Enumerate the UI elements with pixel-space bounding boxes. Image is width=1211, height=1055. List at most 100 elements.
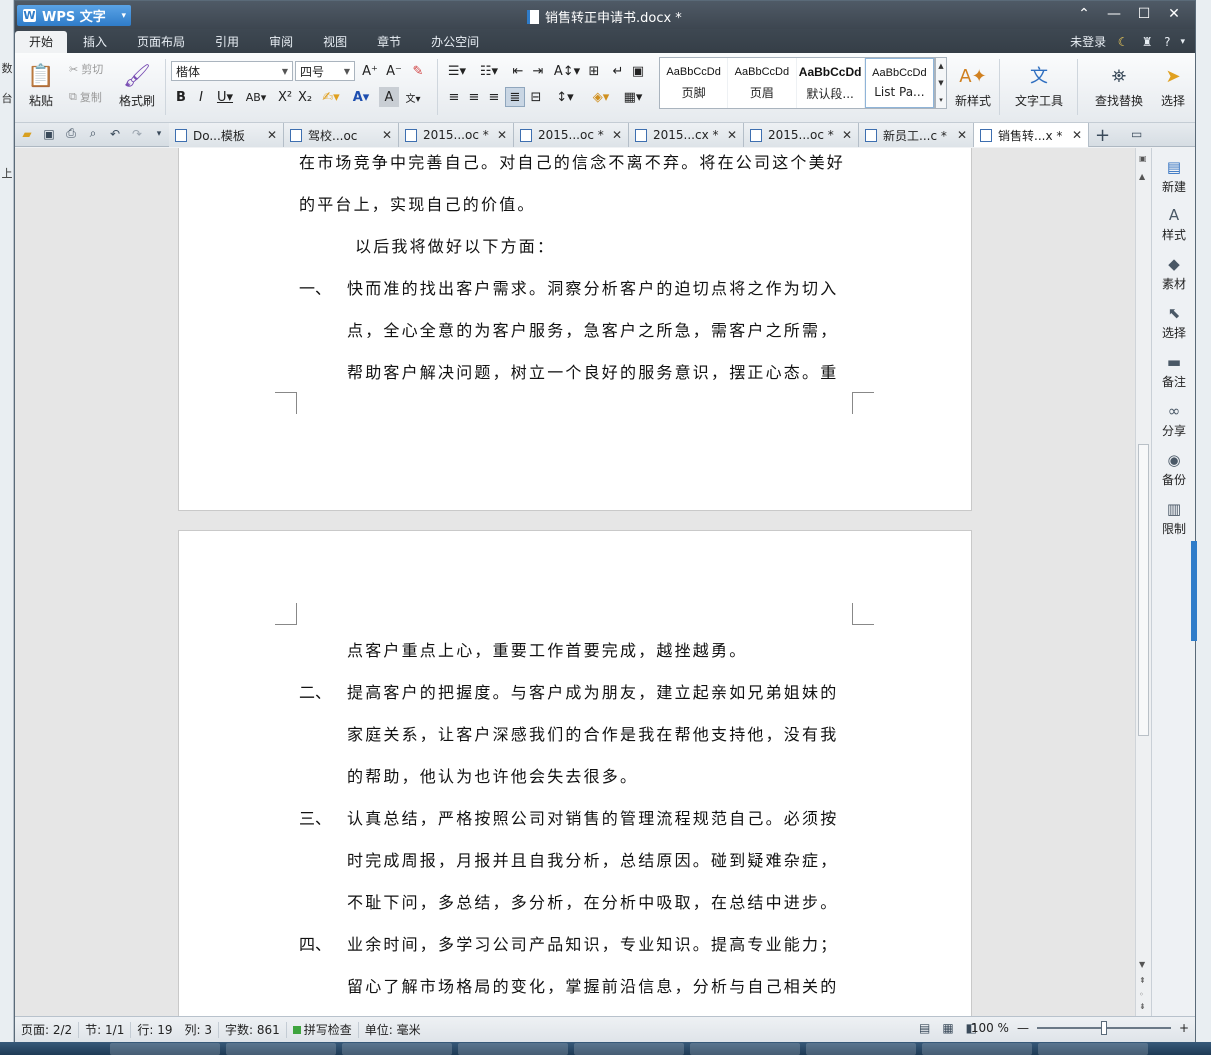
format-painter-button[interactable]: 🖌 格式刷 — [117, 59, 157, 109]
shrink-font-button[interactable]: A⁻ — [385, 61, 403, 81]
doc-tab[interactable]: Do...模板 ✕ — [169, 123, 284, 147]
zoom-in-button[interactable]: + — [1179, 1021, 1189, 1035]
outline-view-icon[interactable]: ▦ — [942, 1021, 953, 1035]
side-style-button[interactable]: A 样式 — [1152, 206, 1196, 243]
save-icon[interactable]: ▣ — [41, 127, 57, 141]
paragraph-mark-icon[interactable]: ↵ — [609, 61, 627, 81]
select-button[interactable]: ➤ 选择 — [1155, 59, 1191, 109]
tab-page-layout[interactable]: 页面布局 — [123, 31, 199, 53]
side-backup-button[interactable]: ◉ 备份 — [1152, 451, 1196, 488]
distribute-icon[interactable]: ⊟ — [527, 87, 545, 107]
grow-font-button[interactable]: A⁺ — [361, 61, 379, 81]
expand-icon[interactable]: ▾ — [939, 96, 943, 104]
status-words[interactable]: 字数: 861 — [219, 1021, 287, 1038]
next-page-icon[interactable]: ⇟ — [1139, 1002, 1146, 1011]
page-view-icon[interactable]: ▤ — [919, 1021, 930, 1035]
justify-icon[interactable]: ≣ — [505, 87, 525, 107]
taskbar-item[interactable] — [110, 1043, 220, 1055]
taskbar-item[interactable] — [574, 1043, 684, 1055]
login-link[interactable]: 未登录 — [1070, 33, 1106, 50]
font-size-select[interactable]: 四号 ▼ — [295, 61, 355, 81]
tab-view[interactable]: 视图 — [309, 31, 361, 53]
taskbar-item[interactable] — [1038, 1043, 1148, 1055]
redo-icon[interactable]: ↷ — [129, 127, 145, 141]
line-spacing-icon[interactable]: ↕▾ — [551, 87, 579, 107]
doc-tab[interactable]: 2015...oc * ✕ — [744, 123, 859, 147]
style-list-paragraph[interactable]: AaBbCcDd List Pa... — [864, 58, 934, 108]
maximize-button[interactable]: ☐ — [1129, 3, 1159, 25]
tab-chapter[interactable]: 章节 — [363, 31, 415, 53]
style-gallery-scroll[interactable]: ▲ ▼ ▾ — [935, 57, 947, 109]
minimize-button[interactable]: — — [1099, 3, 1129, 25]
page-nav-icon[interactable]: ▣ — [1139, 154, 1147, 163]
tab-start[interactable]: 开始 — [15, 31, 68, 53]
side-share-button[interactable]: ∞ 分享 — [1152, 402, 1196, 439]
close-icon[interactable]: ✕ — [727, 128, 737, 142]
doc-tab[interactable]: 2015...cx * ✕ — [629, 123, 744, 147]
phonetic-guide-icon[interactable]: 文▾ — [403, 87, 423, 107]
find-replace-button[interactable]: ⛯ 查找替换 — [1087, 59, 1151, 109]
tab-references[interactable]: 引用 — [201, 31, 253, 53]
zoom-slider[interactable] — [1036, 1021, 1171, 1035]
print-preview-icon[interactable]: ⌕ — [85, 126, 101, 141]
show-hide-icon[interactable]: ▣ — [629, 61, 647, 81]
side-new-button[interactable]: ▤ 新建 — [1152, 158, 1196, 195]
close-icon[interactable]: ✕ — [612, 128, 622, 142]
shirt-icon[interactable]: ♜ — [1140, 35, 1154, 49]
text-direction-icon[interactable]: A↕▾ — [553, 61, 581, 81]
chevron-down-icon[interactable]: ▼ — [938, 79, 943, 87]
paste-button[interactable]: 📋 粘贴 — [23, 59, 59, 109]
side-restrict-button[interactable]: ▥ 限制 — [1152, 500, 1196, 537]
font-color-icon[interactable]: A▾ — [349, 87, 373, 107]
status-unit[interactable]: 单位: 毫米 — [359, 1022, 427, 1038]
taskbar-item[interactable] — [806, 1043, 916, 1055]
borders-icon[interactable]: ▦▾ — [619, 87, 647, 107]
underline-button[interactable]: U▾ — [213, 87, 237, 107]
close-icon[interactable]: ✕ — [842, 128, 852, 142]
tab-insert[interactable]: 插入 — [69, 31, 121, 53]
close-button[interactable]: ✕ — [1159, 3, 1189, 25]
clear-format-icon[interactable]: ✎ — [409, 61, 427, 81]
taskbar-item[interactable] — [922, 1043, 1032, 1055]
side-select-button[interactable]: ⬉ 选择 — [1152, 304, 1196, 341]
status-page[interactable]: 页面: 2/2 — [15, 1021, 80, 1038]
prev-page-icon[interactable]: ⇞ — [1139, 976, 1146, 985]
copy-button[interactable]: ⧉ 复制 — [69, 89, 102, 105]
vertical-scrollbar[interactable]: ▣ ▲ ▼ ⇞ ◦ ⇟ — [1135, 148, 1151, 1016]
select-browse-icon[interactable]: ◦ — [1139, 990, 1144, 999]
tab-review[interactable]: 审阅 — [255, 31, 307, 53]
chevron-up-icon[interactable]: ▲ — [938, 62, 943, 70]
align-left-icon[interactable]: ≡ — [445, 87, 463, 107]
text-tools-button[interactable]: 文 文字工具 — [1009, 59, 1069, 109]
wps-app-menu-button[interactable]: W WPS 文字 ▾ — [17, 5, 131, 26]
chevron-down-icon[interactable]: ▾ — [151, 129, 167, 139]
page-1[interactable]: 在市场竞争中完善自己。对自己的信念不离不弃。将在公司这个美好 的平台上，实现自己… — [178, 148, 972, 511]
doc-tab[interactable]: 新员工...c * ✕ — [859, 123, 974, 147]
chevron-down-icon[interactable]: ▾ — [1180, 37, 1185, 47]
strikethrough-button[interactable]: AB▾ — [241, 87, 271, 107]
align-center-icon[interactable]: ≡ — [465, 87, 483, 107]
doc-tab[interactable]: 2015...oc * ✕ — [399, 123, 514, 147]
chevron-up-icon[interactable]: ▲ — [1139, 172, 1145, 181]
new-tab-plus-icon[interactable]: + — [1095, 125, 1110, 146]
bold-button[interactable]: B — [173, 87, 189, 107]
close-icon[interactable]: ✕ — [382, 128, 392, 142]
undo-icon[interactable]: ↶ — [107, 127, 123, 141]
italic-button[interactable]: I — [193, 87, 209, 107]
style-header[interactable]: AaBbCcDd 页眉 — [728, 58, 797, 108]
help-button[interactable]: ? — [1164, 35, 1170, 49]
align-right-icon[interactable]: ≡ — [485, 87, 503, 107]
print-icon[interactable]: ⎙ — [63, 126, 79, 141]
highlight-icon[interactable]: ✍▾ — [319, 87, 343, 107]
superscript-button[interactable]: X² — [277, 87, 293, 107]
zoom-level[interactable]: 100 % — [971, 1021, 1009, 1035]
taskbar-item[interactable] — [342, 1043, 452, 1055]
document-canvas[interactable]: 在市场竞争中完善自己。对自己的信念不离不弃。将在公司这个美好 的平台上，实现自己… — [15, 148, 1135, 1016]
style-footer[interactable]: AaBbCcDd 页脚 — [660, 58, 729, 108]
shading-icon[interactable]: ◈▾ — [587, 87, 615, 107]
chevron-down-icon[interactable]: ▼ — [1139, 960, 1145, 969]
taskbar-item[interactable] — [458, 1043, 568, 1055]
decrease-indent-icon[interactable]: ⇤ — [509, 61, 527, 81]
scrollbar-thumb[interactable] — [1138, 444, 1149, 736]
new-style-button[interactable]: A✦ 新样式 — [951, 59, 995, 109]
